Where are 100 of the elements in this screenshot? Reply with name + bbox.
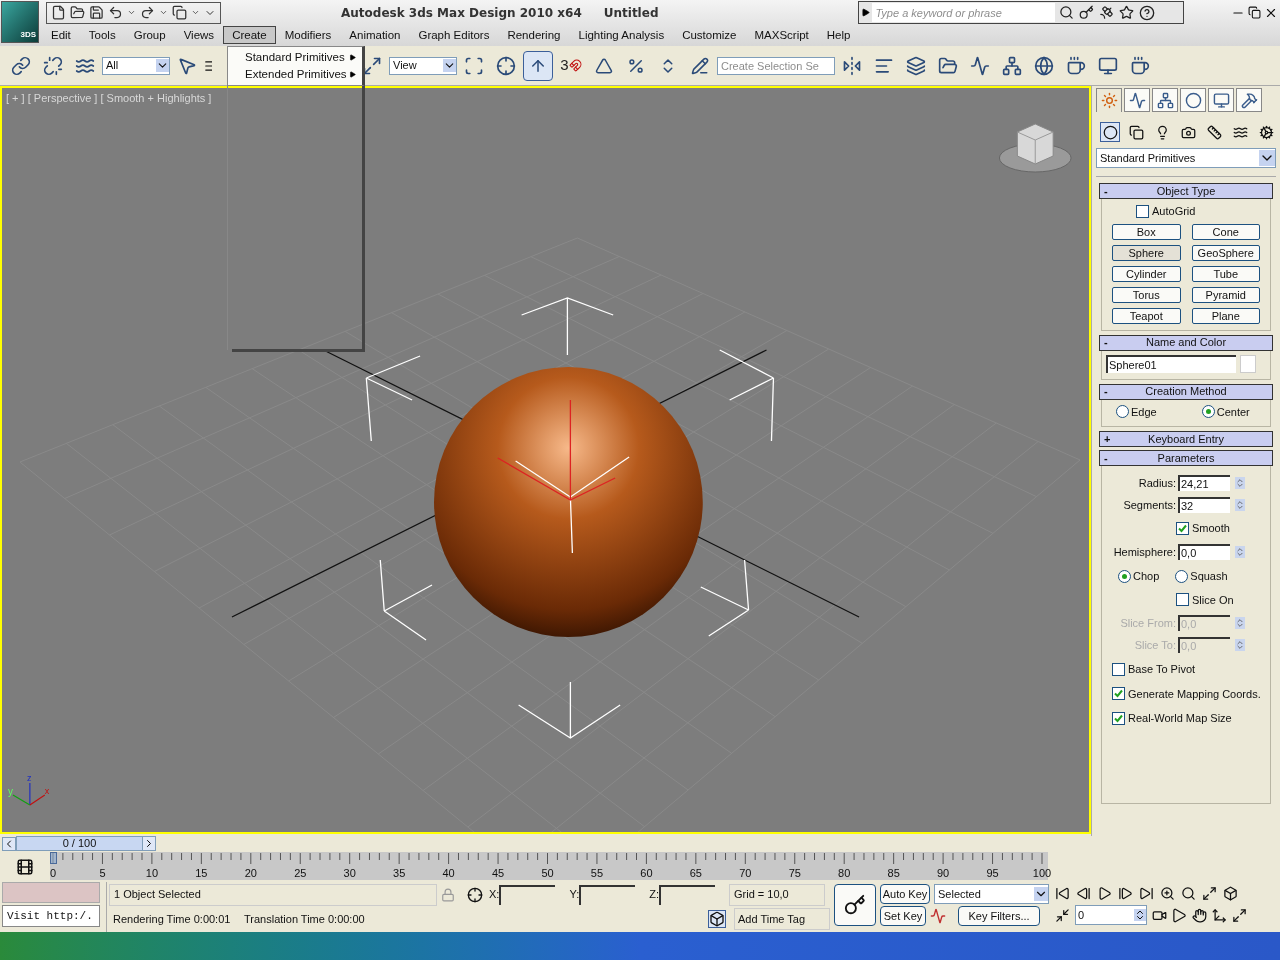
- set-key-button[interactable]: Set Key: [880, 906, 926, 926]
- submenu-arrow-icon[interactable]: [349, 71, 356, 78]
- rollout-header[interactable]: - Name and Color: [1099, 334, 1273, 351]
- radio-label[interactable]: Chop: [1133, 568, 1160, 585]
- primitive-button[interactable]: Box: [1112, 223, 1181, 240]
- primitive-button[interactable]: Cone: [1191, 223, 1260, 240]
- sphere[interactable]: [434, 367, 703, 637]
- checkbox[interactable]: [1112, 711, 1125, 725]
- primitive-button[interactable]: GeoSphere: [1191, 244, 1260, 261]
- collapse-toggle[interactable]: -: [1104, 449, 1108, 467]
- collapse-toggle[interactable]: -: [1104, 182, 1108, 200]
- radio-button[interactable]: [1118, 569, 1131, 583]
- checkbox-label[interactable]: AutoGrid: [1152, 203, 1196, 220]
- frame-marker[interactable]: [50, 852, 57, 864]
- key-curve-icon[interactable]: [930, 908, 946, 924]
- key-filters-button[interactable]: Key Filters...: [958, 906, 1040, 926]
- zoom-all-icon[interactable]: [1181, 886, 1196, 901]
- menu-item[interactable]: MAXScript: [745, 26, 818, 44]
- radio-button[interactable]: [1116, 405, 1129, 419]
- key-mode-dropdown[interactable]: Selected: [934, 884, 1049, 904]
- selection-set-field[interactable]: Create Selection Se: [717, 56, 835, 75]
- pan-icon[interactable]: [1192, 907, 1207, 923]
- next-frame-icon[interactable]: [142, 837, 155, 850]
- restore-icon[interactable]: [1248, 5, 1261, 19]
- menu-item[interactable]: Lighting Analysis: [569, 26, 674, 44]
- menu-item[interactable]: Group: [124, 26, 175, 44]
- spinner-field[interactable]: 24,21: [1178, 475, 1230, 492]
- zoom-extents-icon[interactable]: [1202, 886, 1217, 901]
- menu-item[interactable]: Animation: [340, 26, 410, 44]
- redo-icon[interactable]: [140, 5, 155, 20]
- next-key-icon[interactable]: [1118, 886, 1133, 901]
- application-button[interactable]: 3DS: [1, 1, 39, 43]
- radio-button[interactable]: [1201, 405, 1215, 419]
- submenu-arrow-icon[interactable]: [349, 54, 356, 61]
- radio-label[interactable]: Edge: [1131, 403, 1157, 420]
- rollout-header[interactable]: + Keyboard Entry: [1099, 431, 1273, 447]
- collapse-toggle[interactable]: -: [1104, 334, 1108, 351]
- menu-item[interactable]: Standard Primitives: [228, 49, 362, 66]
- key-icon[interactable]: [844, 894, 866, 916]
- time-slider-track[interactable]: 0 / 100: [16, 836, 1086, 852]
- transform-gizmo-drawing[interactable]: [497, 399, 630, 554]
- collapse-toggle[interactable]: +: [1104, 430, 1111, 448]
- checkbox-label[interactable]: Base To Pivot: [1128, 661, 1196, 678]
- menu-item[interactable]: Create: [223, 26, 276, 44]
- caret-icon[interactable]: [191, 8, 200, 17]
- caret-icon[interactable]: [159, 8, 168, 17]
- radio-label[interactable]: Center: [1216, 403, 1250, 420]
- z-field[interactable]: [659, 884, 715, 905]
- primitive-button[interactable]: Pyramid: [1191, 286, 1260, 303]
- track-bar-icon[interactable]: [16, 858, 34, 876]
- primitive-button[interactable]: Cylinder: [1112, 265, 1181, 282]
- menu-item[interactable]: Modifiers: [275, 26, 341, 44]
- spinner-field[interactable]: 0,0: [1178, 543, 1230, 560]
- previous-frame-icon[interactable]: [2, 837, 16, 851]
- time-slider-thumb[interactable]: 0 / 100: [16, 836, 156, 851]
- create-menu[interactable]: Standard Primitives Extended Primitives: [227, 46, 365, 86]
- rollout-header[interactable]: - Parameters: [1099, 450, 1273, 466]
- listener-field[interactable]: Visit http:/.: [2, 905, 100, 927]
- selection-filter-dropdown[interactable]: All: [102, 56, 170, 75]
- menu-item[interactable]: Edit: [42, 26, 80, 44]
- sun-icon[interactable]: [1096, 88, 1122, 112]
- new-file-icon[interactable]: [51, 5, 66, 20]
- spinner-field[interactable]: 32: [1178, 496, 1230, 513]
- play-icon[interactable]: [1097, 886, 1112, 901]
- category-dropdown[interactable]: Standard Primitives: [1096, 148, 1276, 168]
- menu-item[interactable]: Graph Editors: [409, 26, 499, 44]
- radio-button[interactable]: [1175, 569, 1189, 583]
- menu-item[interactable]: Extended Primitives: [228, 66, 362, 83]
- magnet-icon[interactable]: [568, 59, 582, 72]
- collapse-toggle[interactable]: -: [1104, 383, 1108, 400]
- primitive-button[interactable]: Tube: [1191, 265, 1260, 282]
- checkbox[interactable]: [1112, 687, 1125, 701]
- radio-label[interactable]: Squash: [1190, 568, 1228, 585]
- checkbox-label[interactable]: Smooth: [1192, 520, 1230, 537]
- add-time-tag-button[interactable]: Add Time Tag: [734, 908, 830, 930]
- checkbox[interactable]: [1136, 204, 1149, 218]
- snap-toggle[interactable]: 3: [555, 50, 587, 81]
- checkbox-label[interactable]: Generate Mapping Coords.: [1128, 685, 1261, 702]
- spinner-arrows-icon[interactable]: [1134, 909, 1146, 921]
- checkbox[interactable]: [1112, 662, 1125, 676]
- checkbox-label[interactable]: Real-World Map Size: [1128, 710, 1232, 727]
- checkbox-label[interactable]: Slice On: [1192, 591, 1234, 608]
- color-swatch[interactable]: [1240, 354, 1256, 373]
- time-tag-icon[interactable]: [708, 910, 726, 928]
- checkbox[interactable]: [1176, 593, 1189, 607]
- monitor-icon[interactable]: [1208, 88, 1234, 112]
- go-to-start-icon[interactable]: [1055, 886, 1070, 901]
- zoom-extents-all-icon[interactable]: [1223, 886, 1238, 901]
- set-key-toggle[interactable]: [834, 884, 876, 926]
- rollout-header[interactable]: - Creation Method: [1099, 383, 1273, 400]
- primitive-button[interactable]: Torus: [1112, 286, 1181, 303]
- viewcube-icon[interactable]: [998, 123, 1072, 173]
- list-icon[interactable]: [204, 58, 212, 73]
- sphere-icon[interactable]: [1100, 122, 1120, 142]
- primitive-button[interactable]: Sphere: [1112, 244, 1181, 261]
- rollout-header[interactable]: - Object Type: [1099, 183, 1273, 199]
- primitive-button[interactable]: Teapot: [1112, 307, 1181, 324]
- menu-item[interactable]: Help: [817, 26, 860, 44]
- previous-key-icon[interactable]: [1076, 886, 1091, 901]
- y-field[interactable]: [579, 884, 636, 905]
